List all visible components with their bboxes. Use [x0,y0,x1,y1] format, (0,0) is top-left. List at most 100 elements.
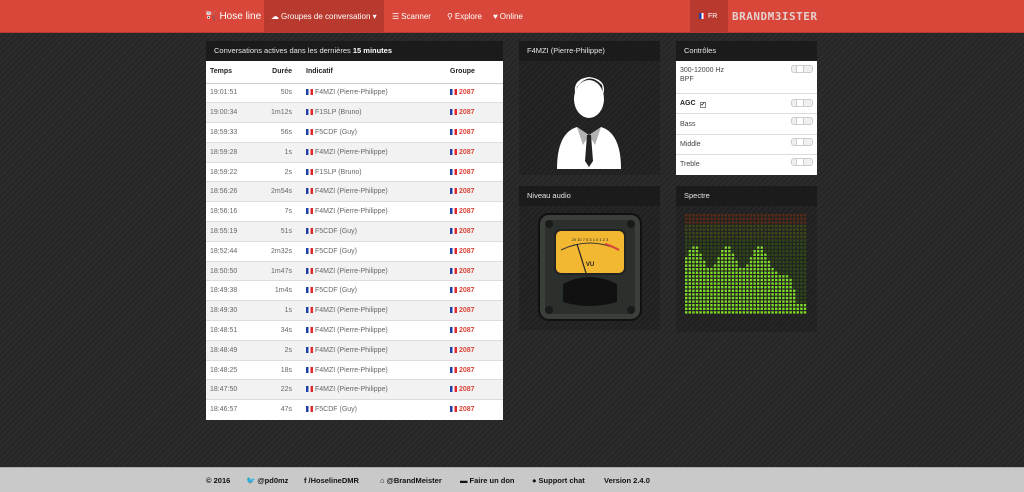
table-row[interactable]: 18:56:26 2m54s F4MZI (Pierre-Philippe) 2087 [206,181,503,202]
table-row[interactable]: 18:46:57 47s F5CDF (Guy) 2087 [206,399,503,420]
cell-callsign[interactable]: F4MZI (Pierre-Philippe) [296,181,446,202]
footer-twitter[interactable]: 🐦 @pd0mz [246,468,288,492]
cell-callsign[interactable]: F4MZI (Pierre-Philippe) [296,201,446,222]
cell-callsign[interactable]: F5CDF (Guy) [296,399,446,420]
controls-body: 300-12000 Hz BPF AGC ✓ Bass Middle Trebl… [676,61,817,175]
screw-icon [627,220,635,228]
france-flag-icon [306,227,313,234]
footer-support[interactable]: ● Support chat [532,468,585,492]
table-row[interactable]: 18:59:22 2s F1SLP (Bruno) 2087 [206,161,503,182]
france-flag-icon [450,346,457,353]
table-row[interactable]: 18:49:30 1s F4MZI (Pierre-Philippe) 2087 [206,300,503,321]
donate-label: Faire un don [469,476,515,485]
table-row[interactable]: 18:56:16 7s F4MZI (Pierre-Philippe) 2087 [206,201,503,222]
cell-callsign[interactable]: F4MZI (Pierre-Philippe) [296,339,446,361]
callsign-text: F1SLP (Bruno) [315,109,362,117]
table-row[interactable]: 19:00:34 1m12s F1SLP (Bruno) 2087 [206,102,503,123]
language-selector[interactable]: FR [690,0,728,33]
middle-slider[interactable] [791,138,813,146]
footer-version: Version 2.4.0 [604,476,650,485]
france-flag-icon [306,287,313,294]
cell-group[interactable]: 2087 [446,82,503,103]
bass-slider[interactable] [791,117,813,125]
table-row[interactable]: 19:01:51 50s F4MZI (Pierre-Philippe) 2087 [206,82,503,103]
bpf-toggle[interactable] [791,65,813,73]
cell-group[interactable]: 2087 [446,102,503,123]
conversations-panel: Conversations actives dans les dernières… [206,41,503,420]
nav-explore[interactable]: ⚲ Explore [440,0,489,33]
cell-group[interactable]: 2087 [446,399,503,420]
cell-group[interactable]: 2087 [446,379,503,400]
cell-group[interactable]: 2087 [446,201,503,222]
cell-group[interactable]: 2087 [446,221,503,242]
cell-callsign[interactable]: F5CDF (Guy) [296,122,446,143]
table-row[interactable]: 18:55:19 51s F5CDF (Guy) 2087 [206,221,503,242]
brandmeister-logo[interactable]: BRANDM3ISTER [732,0,817,33]
cell-callsign[interactable]: F4MZI (Pierre-Philippe) [296,320,446,341]
footer-facebook[interactable]: f/HoselineDMR [304,468,359,492]
cell-callsign[interactable]: F5CDF (Guy) [296,221,446,242]
agc-toggle[interactable] [791,99,813,107]
france-flag-icon [306,89,313,96]
cell-group[interactable]: 2087 [446,240,503,262]
cell-callsign[interactable]: F4MZI (Pierre-Philippe) [296,359,446,380]
footer-brandmeister[interactable]: ⌂ @BrandMeister [380,468,442,492]
cell-duration: 1s [262,141,296,163]
table-row[interactable]: 18:52:44 2m32s F5CDF (Guy) 2087 [206,240,503,262]
cell-group[interactable]: 2087 [446,260,503,281]
nav-groups[interactable]: ☁ Groupes de conversation ▾ [264,0,384,33]
cell-callsign[interactable]: F4MZI (Pierre-Philippe) [296,141,446,163]
cell-group[interactable]: 2087 [446,359,503,380]
france-flag-icon [306,109,313,116]
callsign-text: F4MZI (Pierre-Philippe) [315,267,388,275]
facebook-label: /HoselineDMR [308,476,359,485]
table-row[interactable]: 18:59:33 56s F5CDF (Guy) 2087 [206,122,503,143]
table-row[interactable]: 18:49:38 1m4s F5CDF (Guy) 2087 [206,280,503,301]
table-row[interactable]: 18:50:50 1m47s F4MZI (Pierre-Philippe) 2087 [206,260,503,281]
agc-checkbox[interactable]: ✓ [699,102,706,108]
cell-group[interactable]: 2087 [446,181,503,202]
footer-donate[interactable]: ▬ Faire un don [460,468,515,492]
france-flag-icon [306,208,313,215]
cell-callsign[interactable]: F4MZI (Pierre-Philippe) [296,260,446,281]
spectrum-panel: Spectre [676,186,817,332]
france-flag-icon [306,406,313,413]
cell-group[interactable]: 2087 [446,161,503,182]
cell-callsign[interactable]: F4MZI (Pierre-Philippe) [296,82,446,103]
cell-callsign[interactable]: F4MZI (Pierre-Philippe) [296,379,446,400]
table-row[interactable]: 18:47:50 22s F4MZI (Pierre-Philippe) 2087 [206,379,503,400]
table-row[interactable]: 18:59:28 1s F4MZI (Pierre-Philippe) 2087 [206,141,503,163]
table-row[interactable]: 18:48:49 2s F4MZI (Pierre-Philippe) 2087 [206,339,503,361]
cell-group[interactable]: 2087 [446,339,503,361]
cell-time: 18:59:22 [206,161,262,182]
col-duration[interactable]: Durée [262,61,296,84]
table-row[interactable]: 18:48:25 18s F4MZI (Pierre-Philippe) 2087 [206,359,503,380]
nav-online[interactable]: ♥ Online [486,0,530,33]
col-group[interactable]: Groupe [446,61,503,84]
cell-group[interactable]: 2087 [446,300,503,321]
cell-callsign[interactable]: F4MZI (Pierre-Philippe) [296,300,446,321]
conversations-table: Temps Durée Indicatif Groupe 19:01:51 50s… [206,61,503,420]
brand-link[interactable]: ⛽ Hose line [204,0,261,33]
callsign-text: F4MZI (Pierre-Philippe) [315,148,388,156]
cell-duration: 2m54s [262,181,296,202]
col-time[interactable]: Temps [206,61,262,84]
cell-group[interactable]: 2087 [446,122,503,143]
cell-callsign[interactable]: F5CDF (Guy) [296,280,446,301]
cell-group[interactable]: 2087 [446,320,503,341]
treble-slider[interactable] [791,158,813,166]
bass-label: Bass [680,121,696,128]
callsign-text: F5CDF (Guy) [315,227,357,235]
table-row[interactable]: 18:48:51 34s F4MZI (Pierre-Philippe) 2087 [206,320,503,341]
callsign-text: F4MZI (Pierre-Philippe) [315,366,388,374]
cell-group[interactable]: 2087 [446,280,503,301]
vu-label: VU [586,262,594,268]
nav-scanner[interactable]: ☰ Scanner [385,0,438,33]
col-callsign[interactable]: Indicatif [296,61,446,84]
cell-callsign[interactable]: F5CDF (Guy) [296,240,446,262]
cell-callsign[interactable]: F1SLP (Bruno) [296,102,446,123]
language-label: FR [708,13,718,20]
cell-group[interactable]: 2087 [446,141,503,163]
group-text: 2087 [459,406,475,414]
cell-callsign[interactable]: F1SLP (Bruno) [296,161,446,182]
